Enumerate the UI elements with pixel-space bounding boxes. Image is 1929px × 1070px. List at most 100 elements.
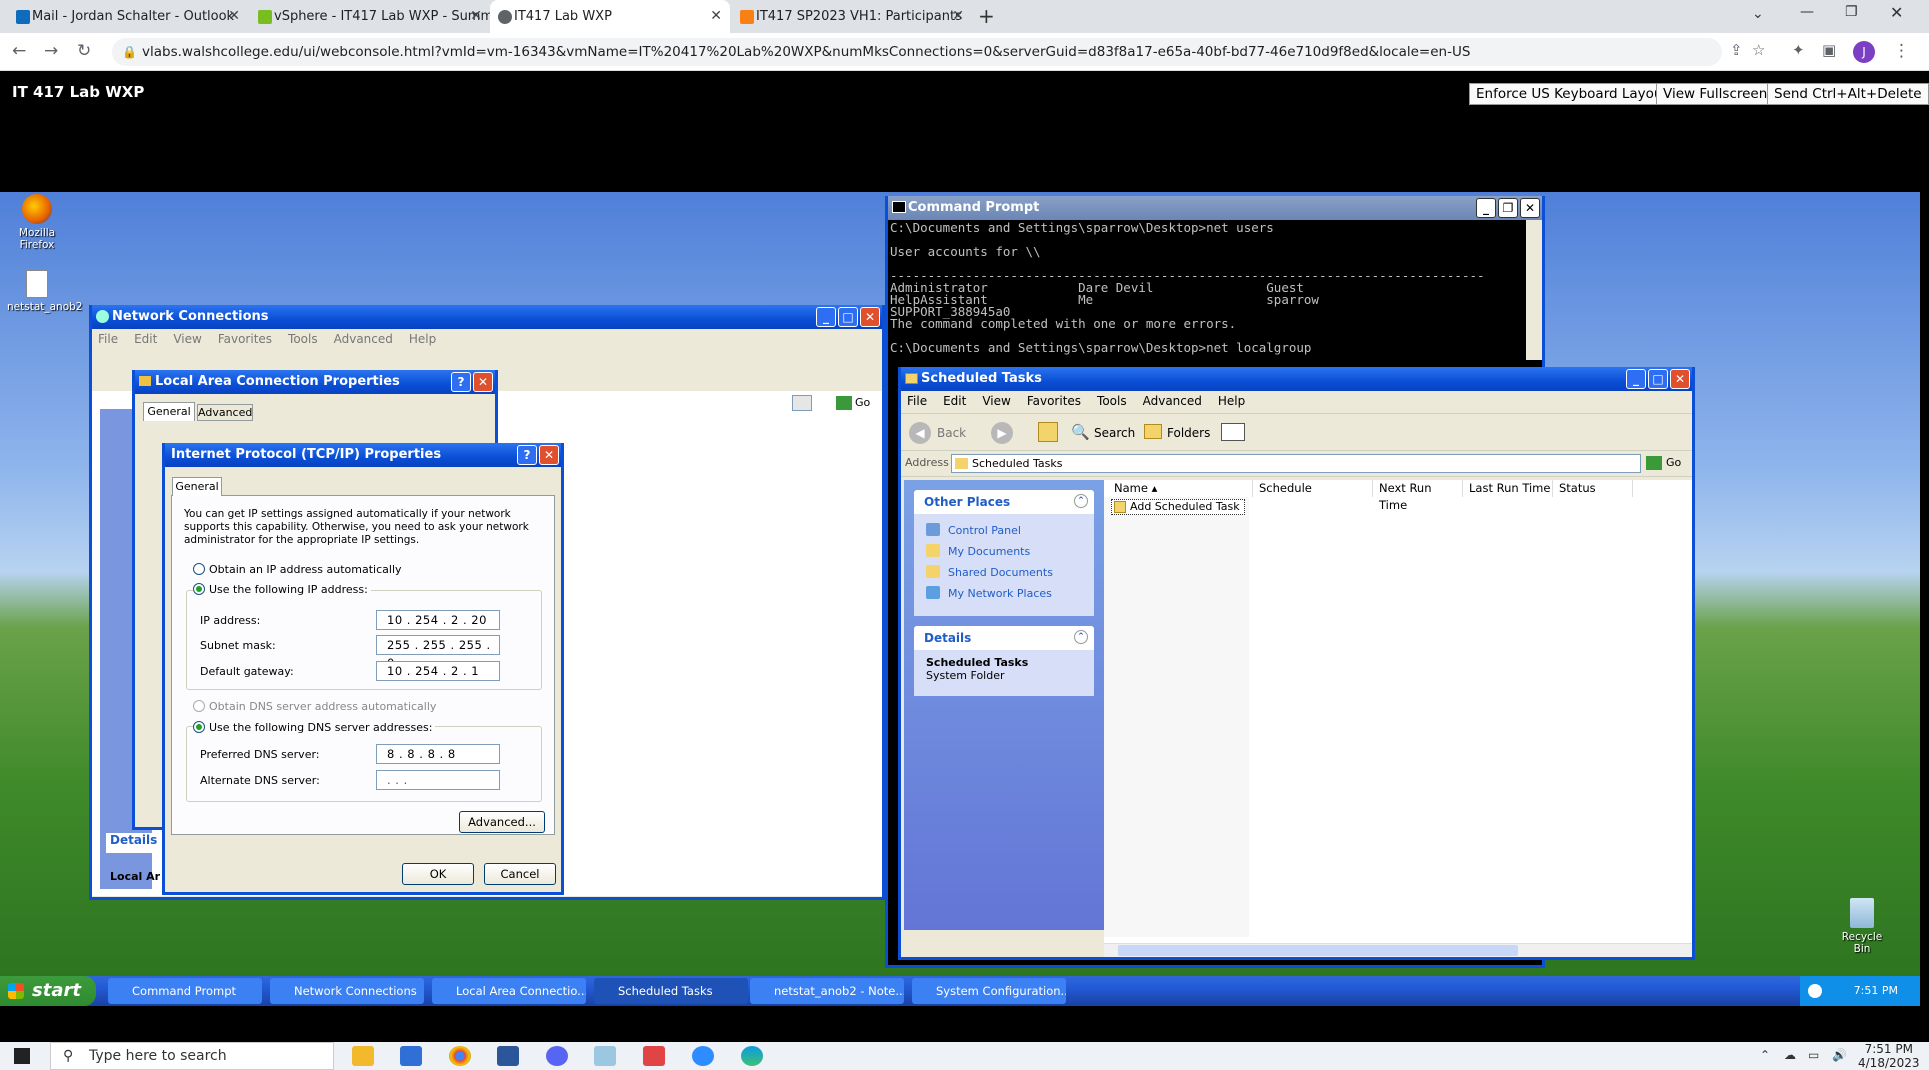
tcpip-properties-dialog[interactable]: Internet Protocol (TCP/IP) Properties ? … [162, 443, 564, 895]
view-fullscreen-button[interactable]: View Fullscreen [1656, 83, 1775, 105]
maximize-icon[interactable]: □ [838, 307, 858, 327]
menu-view[interactable]: View [982, 391, 1010, 411]
close-icon[interactable]: ✕ [1670, 369, 1690, 389]
cmd-scrollbar[interactable] [1526, 220, 1542, 360]
zoom-icon[interactable] [692, 1046, 714, 1066]
menu-help[interactable]: Help [409, 329, 436, 349]
scrollbar-thumb[interactable] [1118, 945, 1518, 956]
lan-titlebar[interactable]: Local Area Connection Properties ? ✕ [135, 370, 495, 394]
tcpip-titlebar[interactable]: Internet Protocol (TCP/IP) Properties ? … [165, 443, 561, 467]
column-status[interactable]: Status [1553, 480, 1633, 497]
restore-icon[interactable]: ❐ [1845, 4, 1858, 20]
scheduled-tasks-window[interactable]: Scheduled Tasks _ □ ✕ File Edit View Fav… [898, 367, 1695, 960]
menu-help[interactable]: Help [1218, 391, 1245, 411]
collapse-icon[interactable]: ⌃ [1074, 494, 1088, 508]
volume-icon[interactable]: 🔊 [1832, 1048, 1847, 1062]
taskbar-local-area-connection[interactable]: Local Area Connectio... [432, 978, 586, 1004]
taskbar-network-connections[interactable]: Network Connections [270, 978, 424, 1004]
tab-general[interactable]: General [143, 402, 195, 421]
default-gateway-field[interactable]: 10 . 254 . 2 . 1 [376, 661, 500, 681]
network-icon[interactable]: ☁ [1784, 1048, 1796, 1062]
preferred-dns-field[interactable]: 8 . 8 . 8 . 8 [376, 744, 500, 764]
horizontal-scrollbar[interactable] [1104, 943, 1692, 957]
forward-icon[interactable]: → [44, 41, 58, 61]
menu-advanced[interactable]: Advanced [334, 329, 393, 349]
place-control-panel[interactable]: Control Panel [914, 520, 1094, 541]
go-arrow-icon[interactable] [836, 396, 852, 410]
share-icon[interactable]: ⇪ [1730, 41, 1743, 59]
menu-file[interactable]: File [98, 329, 118, 349]
ip-address-field[interactable]: 10 . 254 . 2 . 20 [376, 610, 500, 630]
close-window-icon[interactable]: ✕ [1890, 3, 1903, 22]
help-icon[interactable]: ? [451, 372, 471, 392]
extensions-icon[interactable]: ✦ [1792, 41, 1805, 59]
close-icon[interactable]: ✕ [470, 0, 482, 33]
help-icon[interactable]: ? [517, 445, 537, 465]
go-arrow-icon[interactable] [1646, 456, 1662, 470]
close-icon[interactable]: ✕ [539, 445, 559, 465]
taskbar-command-prompt[interactable]: Command Prompt [108, 978, 262, 1004]
search-icon[interactable]: 🔍 [1071, 423, 1090, 441]
column-next-run[interactable]: Next Run Time [1373, 480, 1463, 512]
minimize-icon[interactable]: — [1800, 4, 1814, 20]
profile-avatar[interactable]: J [1853, 41, 1875, 63]
minimize-icon[interactable]: _ [1626, 369, 1646, 389]
subnet-mask-field[interactable]: 255 . 255 . 255 . 0 [376, 635, 500, 670]
tab-vm-console[interactable]: IT417 Lab WXP ✕ [490, 0, 730, 33]
back-label[interactable]: Back [937, 426, 966, 440]
host-search-box[interactable]: ⚲ Type here to search [50, 1042, 334, 1070]
sidepanel-icon[interactable]: ▣ [1822, 41, 1836, 59]
tab-list-icon[interactable]: ⌄ [1752, 6, 1764, 22]
back-icon[interactable]: ◀ [909, 422, 931, 444]
minimize-icon[interactable]: _ [816, 307, 836, 327]
tab-vsphere[interactable]: vSphere - IT417 Lab WXP - Summ ✕ [250, 0, 490, 33]
windows-start-icon[interactable] [14, 1048, 30, 1064]
tab-outlook[interactable]: Mail - Jordan Schalter - Outlook ✕ [8, 0, 248, 33]
wifi-icon[interactable]: ▭ [1808, 1048, 1819, 1062]
radio-use-dns[interactable]: Use the following DNS server addresses: [193, 721, 436, 734]
menu-favorites[interactable]: Favorites [218, 329, 272, 349]
tray-icon[interactable] [1808, 984, 1822, 998]
other-places-header[interactable]: Other Places ⌃ [914, 490, 1094, 514]
back-icon[interactable]: ← [12, 41, 26, 61]
search-button[interactable]: Search [1094, 426, 1135, 440]
cmd-titlebar[interactable]: Command Prompt _ ❐ ✕ [888, 196, 1542, 220]
menu-tools[interactable]: Tools [288, 329, 318, 349]
radio-obtain-ip[interactable]: Obtain an IP address automatically [193, 563, 402, 576]
enforce-keyboard-button[interactable]: Enforce US Keyboard Layout [1469, 83, 1675, 105]
address-bar[interactable]: 🔒 vlabs.walshcollege.edu/ui/webconsole.h… [112, 38, 1722, 66]
taskbar-netstat-notepad[interactable]: netstat_anob2 - Note... [750, 978, 904, 1004]
menu-favorites[interactable]: Favorites [1027, 391, 1081, 411]
edge-icon[interactable] [741, 1046, 763, 1066]
word-icon[interactable] [497, 1046, 519, 1066]
radio-obtain-dns[interactable]: Obtain DNS server address automatically [193, 700, 436, 713]
host-clock[interactable]: 7:51 PM 4/18/2023 [1858, 1042, 1920, 1070]
cancel-button[interactable]: Cancel [484, 863, 556, 885]
minimize-icon[interactable]: _ [1476, 198, 1496, 218]
go-label[interactable]: Go [855, 396, 870, 409]
taskbar-scheduled-tasks[interactable]: Scheduled Tasks [594, 978, 748, 1004]
chrome-icon[interactable] [449, 1046, 471, 1066]
maximize-icon[interactable]: ❐ [1498, 198, 1518, 218]
send-ctrl-alt-del-button[interactable]: Send Ctrl+Alt+Delete [1767, 83, 1929, 105]
close-icon[interactable]: ✕ [710, 0, 722, 33]
go-button[interactable]: Go [1666, 456, 1681, 469]
forward-icon[interactable]: ▶ [991, 422, 1013, 444]
tray-chevron-icon[interactable]: ⌃ [1760, 1048, 1770, 1062]
reload-icon[interactable]: ↻ [77, 41, 91, 61]
close-icon[interactable]: ✕ [228, 0, 240, 33]
views-icon[interactable] [1221, 423, 1245, 441]
netconn-titlebar[interactable]: Network Connections _ □ ✕ [92, 305, 882, 329]
tab-general[interactable]: General [172, 477, 222, 496]
close-icon[interactable]: ✕ [860, 307, 880, 327]
column-last-run[interactable]: Last Run Time [1463, 480, 1553, 497]
column-schedule[interactable]: Schedule [1253, 480, 1373, 497]
column-name[interactable]: Name ▴ [1108, 480, 1253, 497]
folders-button[interactable]: Folders [1167, 426, 1210, 440]
place-shared-documents[interactable]: Shared Documents [914, 562, 1094, 583]
app-icon[interactable] [643, 1046, 665, 1066]
menu-kebab-icon[interactable]: ⋮ [1893, 41, 1910, 61]
alternate-dns-field[interactable]: . . . [376, 770, 500, 790]
close-icon[interactable]: ✕ [473, 372, 493, 392]
close-icon[interactable]: ✕ [1520, 198, 1540, 218]
